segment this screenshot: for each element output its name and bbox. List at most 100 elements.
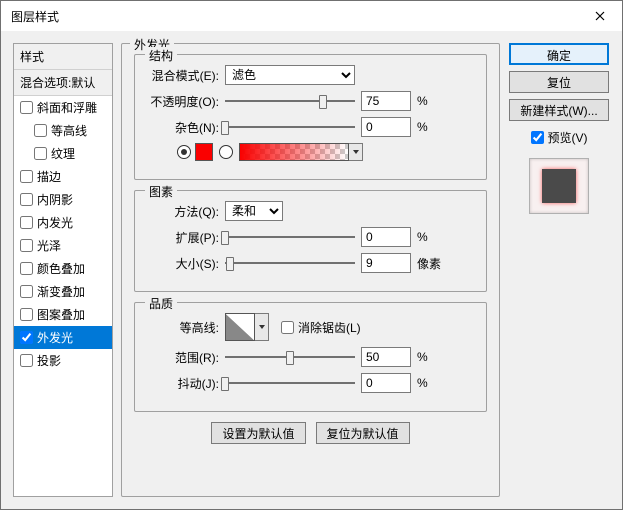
style-item-11[interactable]: 投影: [14, 349, 112, 372]
outer-glow-group: 外发光 结构 混合模式(E): 滤色 不透明度(O): %: [121, 43, 500, 497]
style-item-label: 图案叠加: [37, 306, 85, 323]
antialias-text: 消除锯齿(L): [298, 319, 361, 336]
preview-swatch: [542, 169, 576, 203]
style-item-label: 内发光: [37, 214, 73, 231]
blend-options-header[interactable]: 混合选项:默认: [14, 70, 112, 96]
spread-label: 扩展(P):: [147, 229, 225, 246]
jitter-slider[interactable]: [225, 375, 355, 391]
center-panel: 外发光 结构 混合模式(E): 滤色 不透明度(O): %: [121, 43, 500, 497]
style-item-label: 纹理: [51, 145, 75, 162]
range-unit: %: [417, 350, 428, 364]
window-title: 图层样式: [11, 8, 59, 25]
blend-mode-label: 混合模式(E):: [147, 67, 225, 84]
size-unit: 像素: [417, 255, 441, 272]
style-item-checkbox[interactable]: [20, 193, 33, 206]
style-item-0[interactable]: 斜面和浮雕: [14, 96, 112, 119]
antialias-checkbox[interactable]: [281, 321, 294, 334]
reset-default-button[interactable]: 复位为默认值: [316, 422, 410, 444]
style-item-4[interactable]: 内阴影: [14, 188, 112, 211]
antialias-checkbox-label[interactable]: 消除锯齿(L): [281, 319, 361, 336]
size-input[interactable]: [361, 253, 411, 273]
preview-checkbox[interactable]: [531, 131, 544, 144]
quality-title: 品质: [145, 295, 177, 312]
spread-input[interactable]: [361, 227, 411, 247]
range-label: 范围(R):: [147, 349, 225, 366]
style-item-label: 描边: [37, 168, 61, 185]
contour-label: 等高线:: [147, 319, 225, 336]
noise-unit: %: [417, 120, 428, 134]
set-default-button[interactable]: 设置为默认值: [211, 422, 305, 444]
structure-group: 结构 混合模式(E): 滤色 不透明度(O): % 杂色(N):: [134, 54, 487, 180]
style-item-label: 颜色叠加: [37, 260, 85, 277]
elements-group: 图素 方法(Q): 柔和 扩展(P): % 大小(S):: [134, 190, 487, 292]
close-button[interactable]: [577, 1, 622, 31]
style-item-checkbox[interactable]: [20, 262, 33, 275]
style-item-1[interactable]: 等高线: [14, 119, 112, 142]
radio-icon: [219, 145, 233, 159]
gradient-dropdown-button[interactable]: [349, 143, 363, 161]
range-input[interactable]: [361, 347, 411, 367]
color-radio-solid[interactable]: [177, 143, 213, 161]
style-list-panel: 样式 混合选项:默认 斜面和浮雕等高线纹理描边内阴影内发光光泽颜色叠加渐变叠加图…: [13, 43, 113, 497]
style-item-6[interactable]: 光泽: [14, 234, 112, 257]
style-item-checkbox[interactable]: [20, 101, 33, 114]
titlebar: 图层样式: [1, 1, 622, 31]
style-item-label: 斜面和浮雕: [37, 99, 97, 116]
style-item-2[interactable]: 纹理: [14, 142, 112, 165]
layer-style-dialog: 图层样式 样式 混合选项:默认 斜面和浮雕等高线纹理描边内阴影内发光光泽颜色叠加…: [0, 0, 623, 510]
noise-label: 杂色(N):: [147, 119, 225, 136]
quality-group: 品质 等高线: 消除锯齿(L) 范围(R): %: [134, 302, 487, 412]
color-swatch[interactable]: [195, 143, 213, 161]
technique-select[interactable]: 柔和: [225, 201, 283, 221]
style-item-checkbox[interactable]: [20, 331, 33, 344]
preview-box: [529, 158, 589, 214]
contour-dropdown-button[interactable]: [255, 313, 269, 341]
color-radio-gradient[interactable]: [219, 145, 233, 159]
style-item-label: 光泽: [37, 237, 61, 254]
opacity-unit: %: [417, 94, 428, 108]
spread-slider[interactable]: [225, 229, 355, 245]
style-item-checkbox[interactable]: [20, 354, 33, 367]
jitter-input[interactable]: [361, 373, 411, 393]
elements-title: 图素: [145, 183, 177, 200]
style-item-checkbox[interactable]: [20, 170, 33, 183]
noise-input[interactable]: [361, 117, 411, 137]
style-item-checkbox[interactable]: [20, 216, 33, 229]
style-item-label: 投影: [37, 352, 61, 369]
gradient-preview[interactable]: [239, 143, 349, 161]
blend-mode-select[interactable]: 滤色: [225, 65, 355, 85]
structure-title: 结构: [145, 47, 177, 64]
opacity-slider[interactable]: [225, 93, 355, 109]
style-item-8[interactable]: 渐变叠加: [14, 280, 112, 303]
radio-icon: [177, 145, 191, 159]
style-item-checkbox[interactable]: [20, 239, 33, 252]
new-style-button[interactable]: 新建样式(W)...: [509, 99, 609, 121]
preview-checkbox-wrap[interactable]: 预览(V): [531, 129, 588, 146]
preview-label: 预览(V): [548, 129, 588, 146]
style-item-label: 渐变叠加: [37, 283, 85, 300]
style-item-3[interactable]: 描边: [14, 165, 112, 188]
technique-label: 方法(Q):: [147, 203, 225, 220]
style-item-checkbox[interactable]: [34, 147, 47, 160]
contour-picker[interactable]: [225, 313, 255, 341]
range-slider[interactable]: [225, 349, 355, 365]
jitter-label: 抖动(J):: [147, 375, 225, 392]
style-item-label: 等高线: [51, 122, 87, 139]
style-list-header: 样式: [14, 44, 112, 70]
opacity-input[interactable]: [361, 91, 411, 111]
style-item-checkbox[interactable]: [34, 124, 47, 137]
style-item-5[interactable]: 内发光: [14, 211, 112, 234]
reset-button[interactable]: 复位: [509, 71, 609, 93]
style-item-label: 内阴影: [37, 191, 73, 208]
ok-button[interactable]: 确定: [509, 43, 609, 65]
style-item-checkbox[interactable]: [20, 308, 33, 321]
style-item-9[interactable]: 图案叠加: [14, 303, 112, 326]
style-item-7[interactable]: 颜色叠加: [14, 257, 112, 280]
style-item-label: 外发光: [37, 329, 73, 346]
close-icon: [595, 11, 605, 21]
size-slider[interactable]: [225, 255, 355, 271]
style-item-10[interactable]: 外发光: [14, 326, 112, 349]
style-item-checkbox[interactable]: [20, 285, 33, 298]
spread-unit: %: [417, 230, 428, 244]
noise-slider[interactable]: [225, 119, 355, 135]
